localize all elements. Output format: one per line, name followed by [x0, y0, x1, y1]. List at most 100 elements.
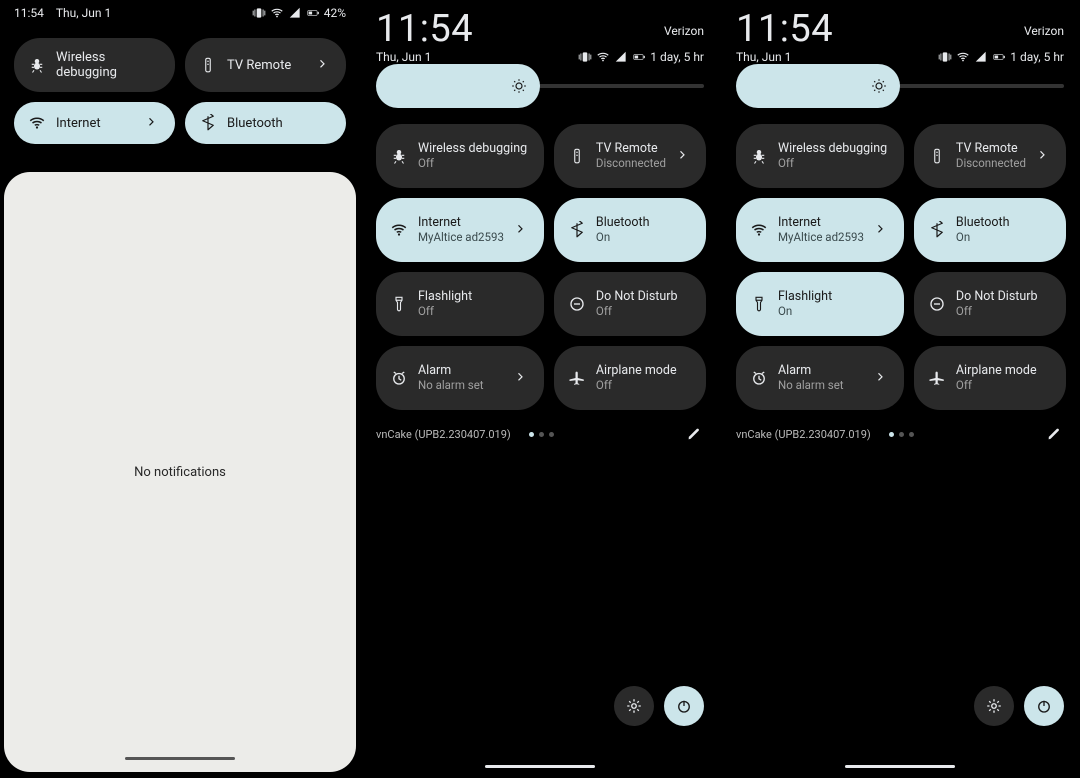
qs-tile-internet[interactable]: InternetMyAltice ad2593	[736, 198, 904, 262]
gesture-handle[interactable]	[845, 765, 955, 769]
wifi-icon	[956, 50, 970, 64]
battery-icon	[306, 6, 320, 20]
status-date: Thu, Jun 1	[56, 6, 111, 20]
page-dot	[549, 432, 554, 437]
qs-tile-sub: Off	[596, 304, 678, 319]
chevron-right-icon[interactable]	[316, 57, 332, 73]
qs-tile-internet[interactable]: Internet	[14, 102, 175, 144]
flashlight-icon	[390, 295, 408, 313]
vibrate-icon	[252, 6, 266, 20]
battery-estimate: 1 day, 5 hr	[1010, 50, 1064, 64]
dnd-icon	[568, 295, 586, 313]
edit-tiles-button[interactable]	[1044, 424, 1064, 444]
qs-tile-bluetooth[interactable]: Bluetooth	[185, 102, 346, 144]
pencil-icon	[686, 426, 702, 442]
page-dots[interactable]	[889, 432, 914, 437]
qs-tile-wireless-debugging[interactable]: Wireless debuggingOff	[376, 124, 544, 188]
qs-tile-label: Wireless debugging	[56, 50, 161, 80]
chevron-right-icon[interactable]	[874, 222, 890, 238]
qs-tile-internet[interactable]: InternetMyAltice ad2593	[376, 198, 544, 262]
qs-tile-sub: MyAltice ad2593	[778, 230, 864, 245]
power-icon	[675, 697, 693, 715]
gesture-handle[interactable]	[125, 757, 235, 761]
power-button[interactable]	[664, 686, 704, 726]
qs-tile-sub: Off	[956, 304, 1038, 319]
qs-tile-airplane[interactable]: Airplane modeOff	[914, 346, 1066, 410]
qs-tile-label: Wireless debugging	[778, 141, 887, 156]
vibrate-icon	[938, 50, 952, 64]
qs-tile-tv-remote[interactable]: TV RemoteDisconnected	[914, 124, 1066, 188]
vibrate-icon	[578, 50, 592, 64]
settings-button[interactable]	[614, 686, 654, 726]
qs-tiles-grid: Wireless debuggingOff TV RemoteDisconnec…	[360, 92, 720, 418]
status-time: 11:54	[14, 6, 44, 20]
page-dot	[529, 432, 534, 437]
remote-icon	[199, 56, 217, 74]
qs-tile-sub: Off	[418, 156, 527, 171]
signal-icon	[614, 50, 628, 64]
battery-icon	[992, 50, 1006, 64]
qs-tile-label: Internet	[418, 215, 504, 230]
qs-time: 11:54	[376, 10, 473, 48]
bug-icon	[750, 147, 768, 165]
remote-icon	[568, 147, 586, 165]
qs-tile-bluetooth[interactable]: BluetoothOn	[554, 198, 706, 262]
qs-tile-tv-remote[interactable]: TV RemoteDisconnected	[554, 124, 706, 188]
qs-tile-sub: No alarm set	[778, 378, 844, 393]
qs-tile-wireless-debugging[interactable]: Wireless debuggingOff	[736, 124, 904, 188]
qs-tile-flashlight[interactable]: FlashlightOn	[736, 272, 904, 336]
build-text: vnCake (UPB2.230407.019)	[376, 428, 511, 441]
signal-icon	[288, 6, 302, 20]
qs-tile-alarm[interactable]: AlarmNo alarm set	[736, 346, 904, 410]
qs-time: 11:54	[736, 10, 833, 48]
chevron-right-icon[interactable]	[676, 148, 692, 164]
qs-tile-label: Internet	[778, 215, 864, 230]
gear-icon	[625, 697, 643, 715]
page-dots[interactable]	[529, 432, 554, 437]
chevron-right-icon[interactable]	[514, 222, 530, 238]
bluetooth-icon	[199, 114, 217, 132]
chevron-right-icon[interactable]	[1036, 148, 1052, 164]
power-button[interactable]	[1024, 686, 1064, 726]
qs-carrier: Verizon	[1024, 24, 1064, 38]
qs-tile-label: Do Not Disturb	[596, 289, 678, 304]
qs-tile-label: Wireless debugging	[418, 141, 527, 156]
qs-tile-wireless-debugging[interactable]: Wireless debugging	[14, 38, 175, 92]
qs-tile-label: TV Remote	[956, 141, 1026, 156]
wifi-icon	[596, 50, 610, 64]
chevron-right-icon[interactable]	[514, 370, 530, 386]
settings-button[interactable]	[974, 686, 1014, 726]
phone-1-notification-shade: 11:54 Thu, Jun 1 42% Wireless debugging …	[0, 0, 360, 778]
qs-tile-flashlight[interactable]: FlashlightOff	[376, 272, 544, 336]
qs-tile-bluetooth[interactable]: BluetoothOn	[914, 198, 1066, 262]
qs-tile-label: TV Remote	[596, 141, 666, 156]
qs-tile-label: Internet	[56, 116, 101, 131]
qs-tile-sub: On	[596, 230, 650, 245]
alarm-icon	[750, 369, 768, 387]
gesture-handle[interactable]	[485, 765, 595, 769]
gear-icon	[985, 697, 1003, 715]
qs-tile-airplane[interactable]: Airplane modeOff	[554, 346, 706, 410]
status-bar: 11:54 Thu, Jun 1 42%	[0, 0, 360, 28]
qs-tile-dnd[interactable]: Do Not DisturbOff	[554, 272, 706, 336]
remote-icon	[928, 147, 946, 165]
chevron-right-icon[interactable]	[145, 115, 161, 131]
qs-tile-sub: Off	[418, 304, 472, 319]
page-dot	[909, 432, 914, 437]
qs-tile-tv-remote[interactable]: TV Remote	[185, 38, 346, 92]
chevron-right-icon[interactable]	[874, 370, 890, 386]
qs-tile-sub: On	[778, 304, 832, 319]
qs-tile-sub: On	[956, 230, 1010, 245]
signal-icon	[974, 50, 988, 64]
dnd-icon	[928, 295, 946, 313]
qs-tile-dnd[interactable]: Do Not DisturbOff	[914, 272, 1066, 336]
qs-tile-alarm[interactable]: AlarmNo alarm set	[376, 346, 544, 410]
quick-tiles-row: Wireless debugging TV Remote Internet Bl…	[0, 28, 360, 154]
notification-panel[interactable]: No notifications	[4, 172, 356, 772]
brightness-slider[interactable]	[720, 72, 1080, 92]
brightness-slider[interactable]	[360, 72, 720, 92]
qs-carrier: Verizon	[664, 24, 704, 38]
edit-tiles-button[interactable]	[684, 424, 704, 444]
power-icon	[1035, 697, 1053, 715]
battery-icon	[632, 50, 646, 64]
